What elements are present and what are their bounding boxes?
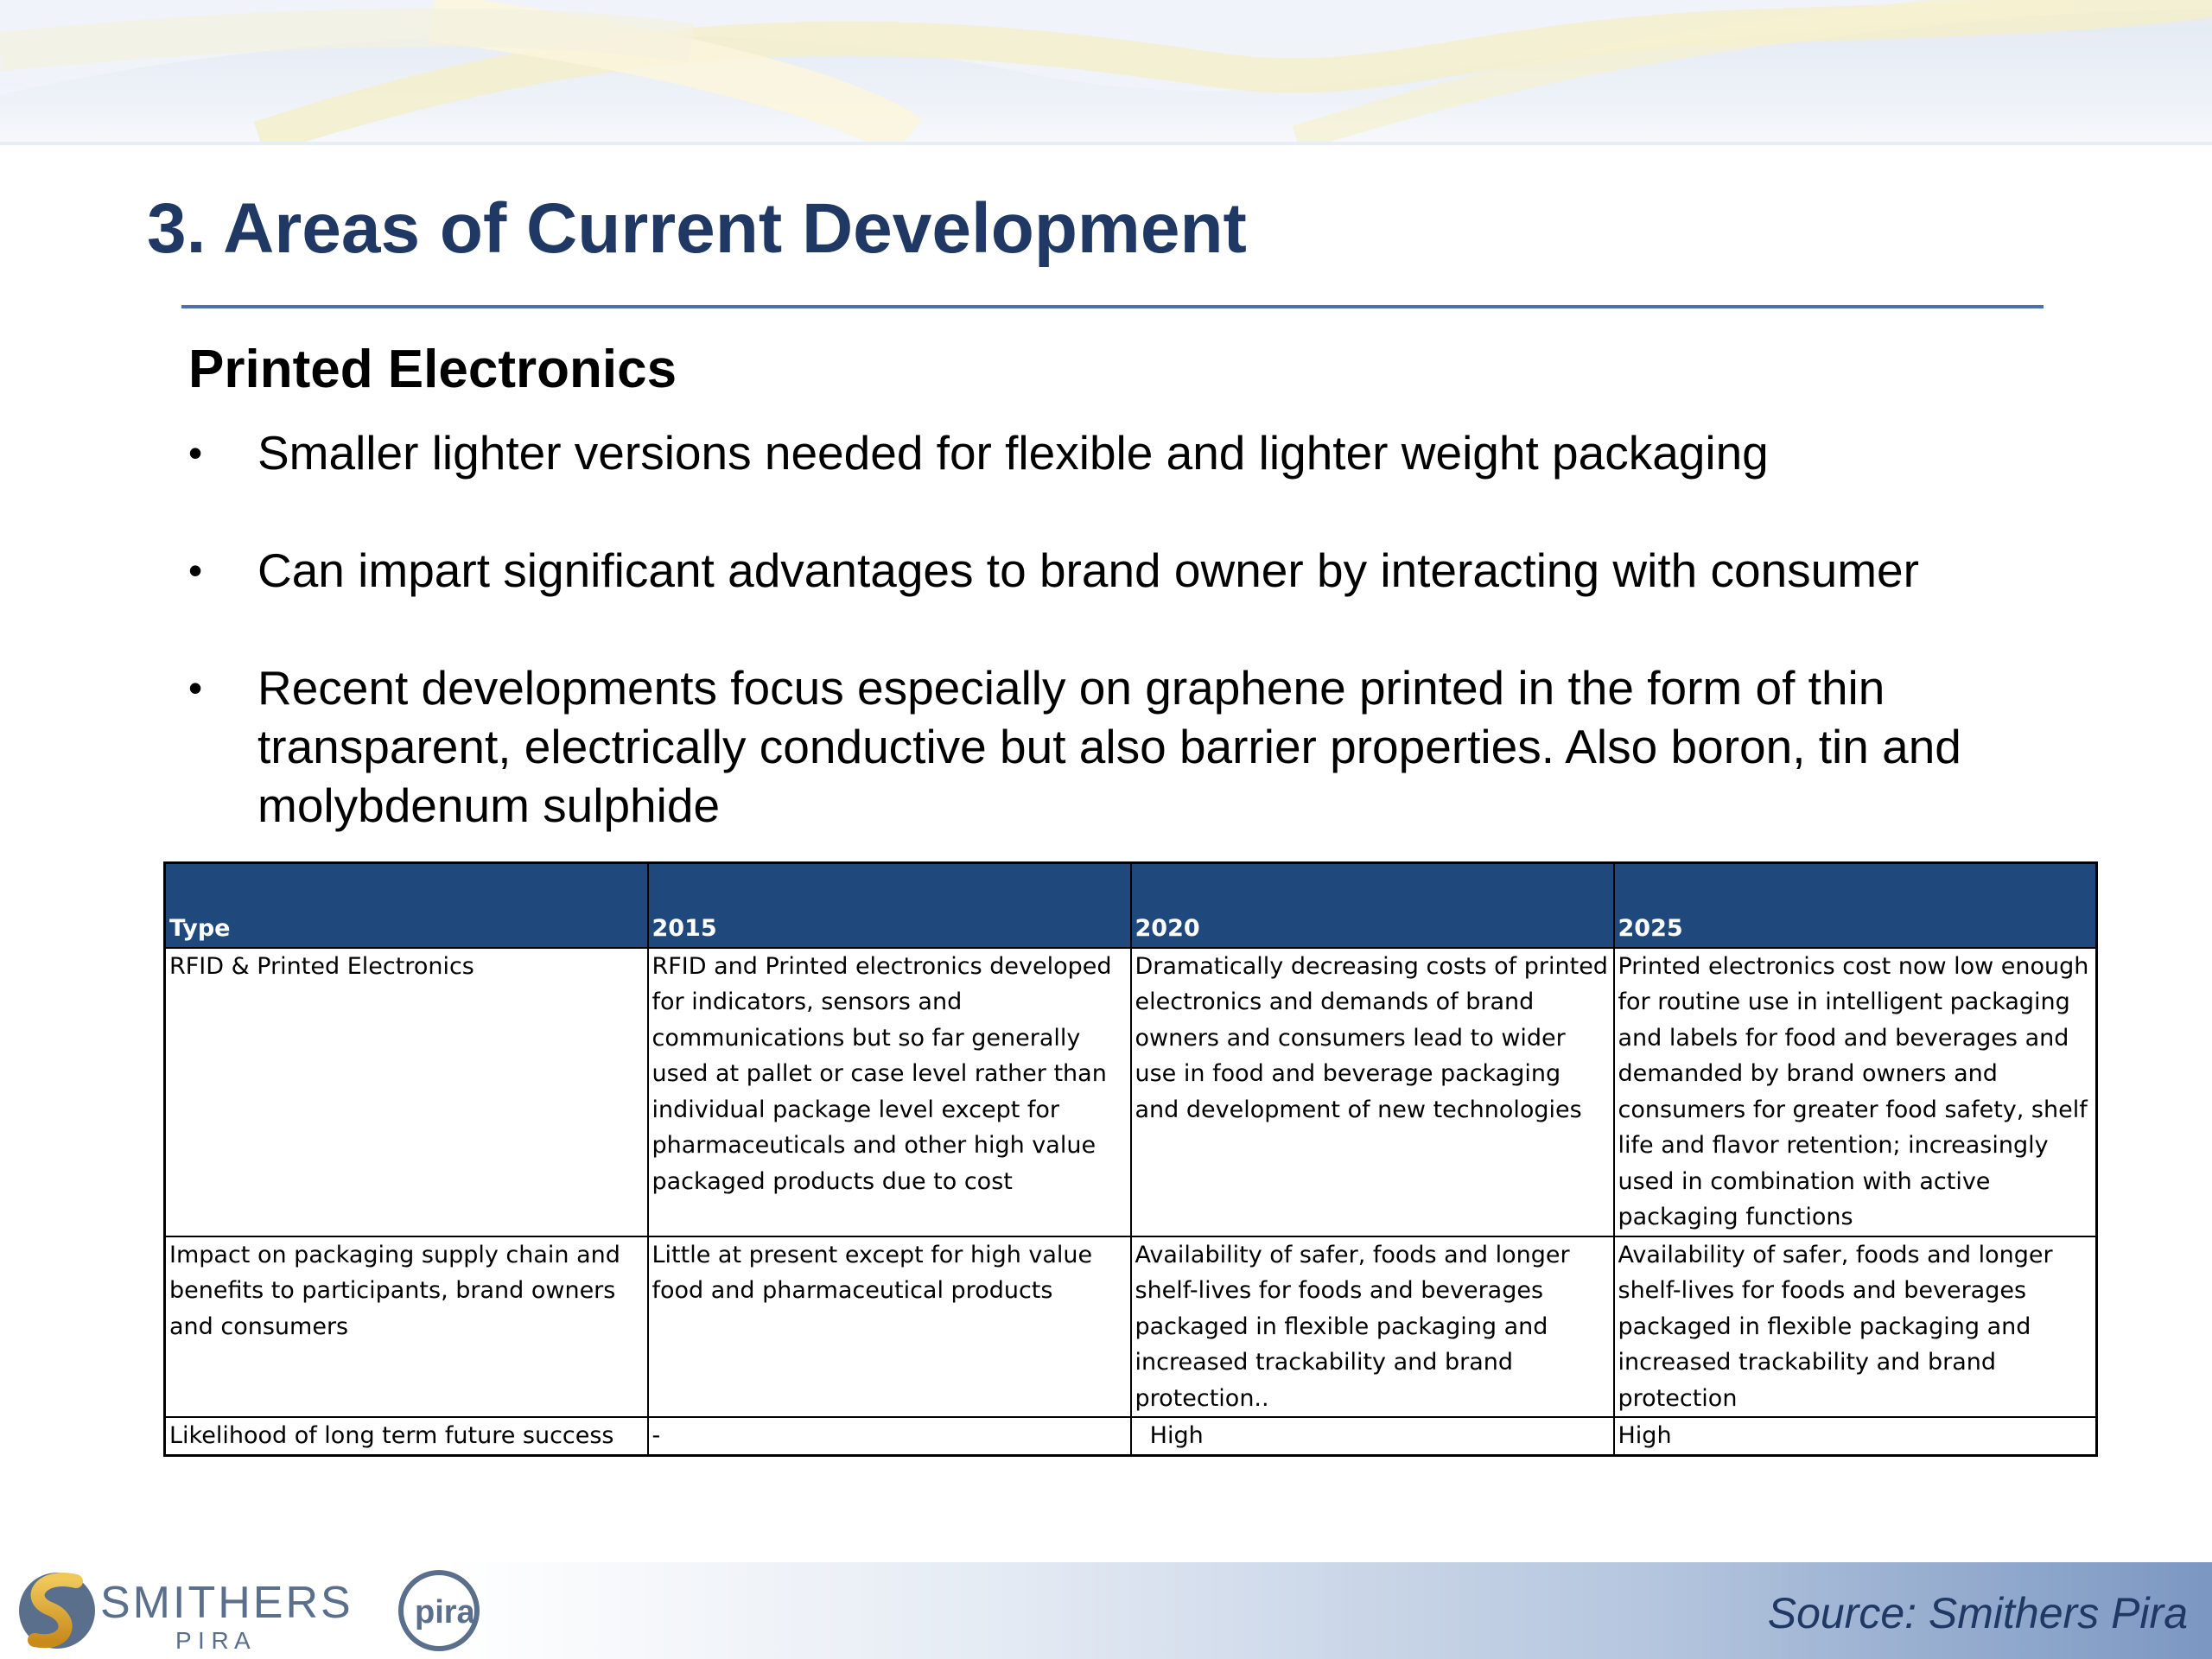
bullet-text: Smaller lighter versions needed for flex… (257, 426, 1769, 480)
bullet-item: • Recent developments focus especially o… (181, 658, 2082, 835)
table-row: Likelihood of long term future success -… (163, 1416, 2098, 1456)
header-decoration (0, 0, 2212, 145)
header-2020: 2020 (1129, 861, 1615, 949)
bullet-item: • Smaller lighter versions needed for fl… (181, 423, 2082, 482)
table-cell: Availability of safer, foods and longer … (1612, 1235, 2098, 1418)
bullet-text: Can impart significant advantages to bra… (257, 543, 1919, 597)
table-row: RFID & Printed Electronics RFID and Prin… (163, 946, 2098, 1237)
header-2025: 2025 (1612, 861, 2098, 949)
bullet-icon: • (188, 430, 203, 475)
table-cell: High (1129, 1416, 1615, 1456)
section-subtitle: Printed Electronics (188, 340, 677, 399)
table-cell: - (646, 1416, 1132, 1456)
table-cell: Impact on packaging supply chain and ben… (163, 1235, 649, 1418)
bullet-icon: • (188, 548, 203, 593)
smithers-pira-logo: SMITHERS P I R A pira (19, 1570, 480, 1654)
bullet-item: • Can impart significant advantages to b… (181, 541, 2082, 600)
table-cell: RFID & Printed Electronics (163, 946, 649, 1237)
table-cell: High (1612, 1416, 2098, 1456)
table-cell: Little at present except for high value … (646, 1235, 1132, 1418)
bullet-list: • Smaller lighter versions needed for fl… (181, 423, 2082, 835)
table-cell: Dramatically decreasing costs of printed… (1129, 946, 1615, 1237)
header-type: Type (163, 861, 649, 949)
logo-badge: pira (415, 1594, 476, 1630)
table-header-row: Type 2015 2020 2025 (163, 861, 2098, 949)
source-caption: Source: Smithers Pira (1767, 1589, 2188, 1637)
header-2015: 2015 (646, 861, 1132, 949)
table-cell: Likelihood of long term future success (163, 1416, 649, 1456)
title-underline (181, 305, 2044, 308)
table-cell: Availability of safer, foods and longer … (1129, 1235, 1615, 1418)
logo-text: SMITHERS (100, 1578, 353, 1628)
table-cell: RFID and Printed electronics developed f… (646, 946, 1132, 1237)
bullet-text: Recent developments focus especially on … (257, 661, 1961, 832)
logo-subtext: P I R A (175, 1627, 251, 1654)
table-row: Impact on packaging supply chain and ben… (163, 1235, 2098, 1418)
forecast-table: Type 2015 2020 2025 RFID & Printed Elect… (163, 861, 2098, 1457)
page-title: 3. Areas of Current Development (147, 189, 1247, 268)
header-divider (0, 142, 2212, 145)
swoosh-graphic (0, 0, 2212, 145)
bullet-icon: • (188, 665, 203, 710)
table-cell: Printed electronics cost now low enough … (1612, 946, 2098, 1237)
